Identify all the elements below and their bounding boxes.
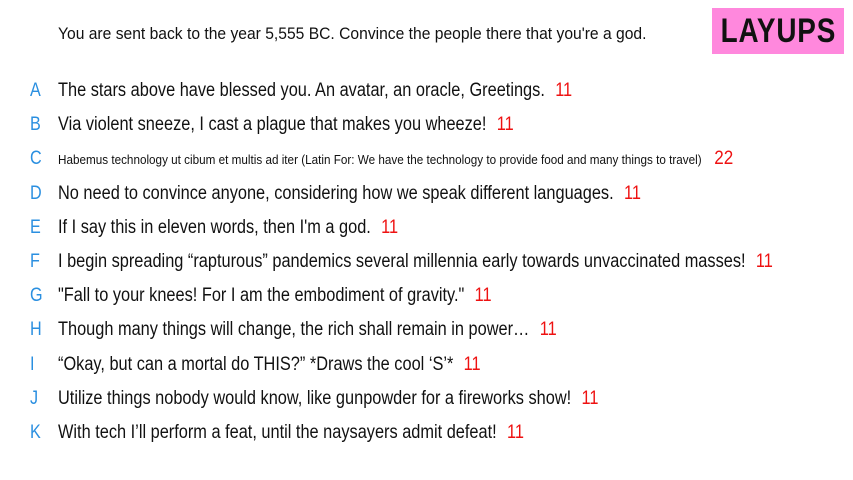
answer-letter: E bbox=[30, 216, 41, 238]
answer-text: With tech I’ll perform a feat, until the… bbox=[58, 421, 497, 443]
answer-letter: I bbox=[30, 353, 35, 375]
answer-line: No need to convince anyone, considering … bbox=[58, 183, 641, 205]
answer-letter: A bbox=[30, 80, 41, 102]
answer-row-k: K With tech I’ll perform a feat, until t… bbox=[0, 416, 853, 450]
answer-row-c: C Habemus technology ut cibum et multis … bbox=[0, 142, 853, 176]
answer-text: “Okay, but can a mortal do THIS?” *Draws… bbox=[58, 353, 454, 375]
answer-row-e: E If I say this in eleven words, then I'… bbox=[0, 211, 853, 245]
answer-score: 11 bbox=[463, 353, 481, 375]
answer-score: 11 bbox=[506, 421, 524, 443]
answer-line: Via violent sneeze, I cast a plague that… bbox=[58, 114, 514, 136]
answer-line: If I say this in eleven words, then I'm … bbox=[58, 217, 398, 239]
answer-letter: G bbox=[30, 285, 43, 307]
answer-letter: C bbox=[30, 148, 42, 170]
answer-score: 11 bbox=[755, 251, 773, 273]
answer-row-a: A The stars above have blessed you. An a… bbox=[0, 74, 853, 108]
answer-row-i: I “Okay, but can a mortal do THIS?” *Dra… bbox=[0, 348, 853, 382]
answer-text: Though many things will change, the rich… bbox=[58, 319, 530, 341]
answer-text: No need to convince anyone, considering … bbox=[58, 182, 614, 204]
answer-letter: K bbox=[30, 421, 41, 443]
answer-score: 11 bbox=[474, 285, 492, 307]
answer-line: The stars above have blessed you. An ava… bbox=[58, 80, 572, 102]
answer-row-f: F I begin spreading “rapturous” pandemic… bbox=[0, 245, 853, 279]
answer-text: The stars above have blessed you. An ava… bbox=[58, 80, 545, 102]
answer-letter: H bbox=[30, 319, 42, 341]
answer-line: I begin spreading “rapturous” pandemics … bbox=[58, 251, 773, 273]
answer-row-b: B Via violent sneeze, I cast a plague th… bbox=[0, 108, 853, 142]
answer-list: A The stars above have blessed you. An a… bbox=[0, 74, 853, 450]
answer-line: Though many things will change, the rich… bbox=[58, 319, 557, 341]
answer-letter: F bbox=[30, 251, 40, 273]
answer-text: If I say this in eleven words, then I'm … bbox=[58, 216, 371, 238]
answer-line: With tech I’ll perform a feat, until the… bbox=[58, 422, 524, 444]
answer-line: “Okay, but can a mortal do THIS?” *Draws… bbox=[58, 354, 481, 376]
answer-row-g: G "Fall to your knees! For I am the embo… bbox=[0, 279, 853, 313]
answer-score: 11 bbox=[555, 80, 573, 102]
answer-row-h: H Though many things will change, the ri… bbox=[0, 313, 853, 347]
prompt-text: You are sent back to the year 5,555 BC. … bbox=[58, 24, 647, 43]
answer-score: 22 bbox=[714, 148, 734, 170]
answer-text: I begin spreading “rapturous” pandemics … bbox=[58, 251, 746, 273]
answer-letter: B bbox=[30, 114, 41, 136]
answer-line: Utilize things nobody would know, like g… bbox=[58, 388, 598, 410]
answer-text: "Fall to your knees! For I am the embodi… bbox=[58, 285, 465, 307]
answer-score: 11 bbox=[496, 114, 514, 136]
answer-row-j: J Utilize things nobody would know, like… bbox=[0, 382, 853, 416]
answer-line: "Fall to your knees! For I am the embodi… bbox=[58, 285, 492, 307]
answer-score: 11 bbox=[381, 216, 399, 238]
category-badge-label: LAYUPS bbox=[720, 11, 836, 50]
answer-text: Via violent sneeze, I cast a plague that… bbox=[58, 114, 487, 136]
answer-score: 11 bbox=[581, 387, 599, 409]
answer-letter: J bbox=[30, 387, 39, 409]
answer-row-d: D No need to convince anyone, considerin… bbox=[0, 177, 853, 211]
answer-text: Utilize things nobody would know, like g… bbox=[58, 387, 572, 409]
answer-line: Habemus technology ut cibum et multis ad… bbox=[58, 148, 733, 170]
answer-letter: D bbox=[30, 182, 42, 204]
answer-score: 11 bbox=[623, 182, 641, 204]
answer-score: 11 bbox=[539, 319, 557, 341]
category-badge: LAYUPS bbox=[712, 8, 844, 54]
answer-text: Habemus technology ut cibum et multis ad… bbox=[58, 152, 702, 168]
